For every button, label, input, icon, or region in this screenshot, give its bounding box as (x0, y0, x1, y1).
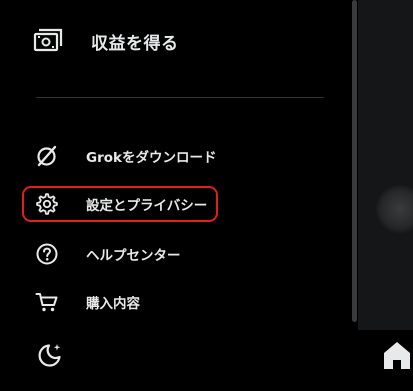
menu-item-earn[interactable]: 収益を得る (32, 26, 179, 56)
moon-icon (36, 341, 64, 369)
cart-icon (34, 289, 60, 315)
menu-item-purchases[interactable]: 購入内容 (34, 288, 140, 316)
theme-toggle-button[interactable] (36, 341, 64, 369)
home-icon[interactable] (381, 340, 413, 370)
gear-icon (34, 191, 60, 217)
menu-item-settings-privacy[interactable]: 設定とプライバシー (34, 190, 207, 218)
menu-item-grok-download-label: Grokをダウンロード (86, 150, 217, 166)
menu-item-settings-privacy-label: 設定とプライバシー (86, 198, 208, 214)
money-icon (32, 27, 64, 55)
menu-item-help-center-label: ヘルプセンター (86, 248, 181, 264)
menu-scrollbar-thumb[interactable] (352, 0, 357, 322)
side-menu-panel: 収益を得る Grokをダウンロード 設定とプライバシー ヘルプセンター 購入内容 (0, 0, 350, 391)
menu-item-help-center[interactable]: ヘルプセンター (34, 240, 181, 268)
grok-icon (34, 143, 60, 169)
menu-item-grok-download[interactable]: Grokをダウンロード (34, 142, 217, 170)
app-window: 収益を得る Grokをダウンロード 設定とプライバシー ヘルプセンター 購入内容 (0, 0, 413, 391)
menu-item-earn-label: 収益を得る (91, 33, 179, 54)
menu-item-purchases-label: 購入内容 (86, 296, 140, 312)
menu-divider (36, 97, 324, 98)
help-icon (34, 241, 60, 267)
